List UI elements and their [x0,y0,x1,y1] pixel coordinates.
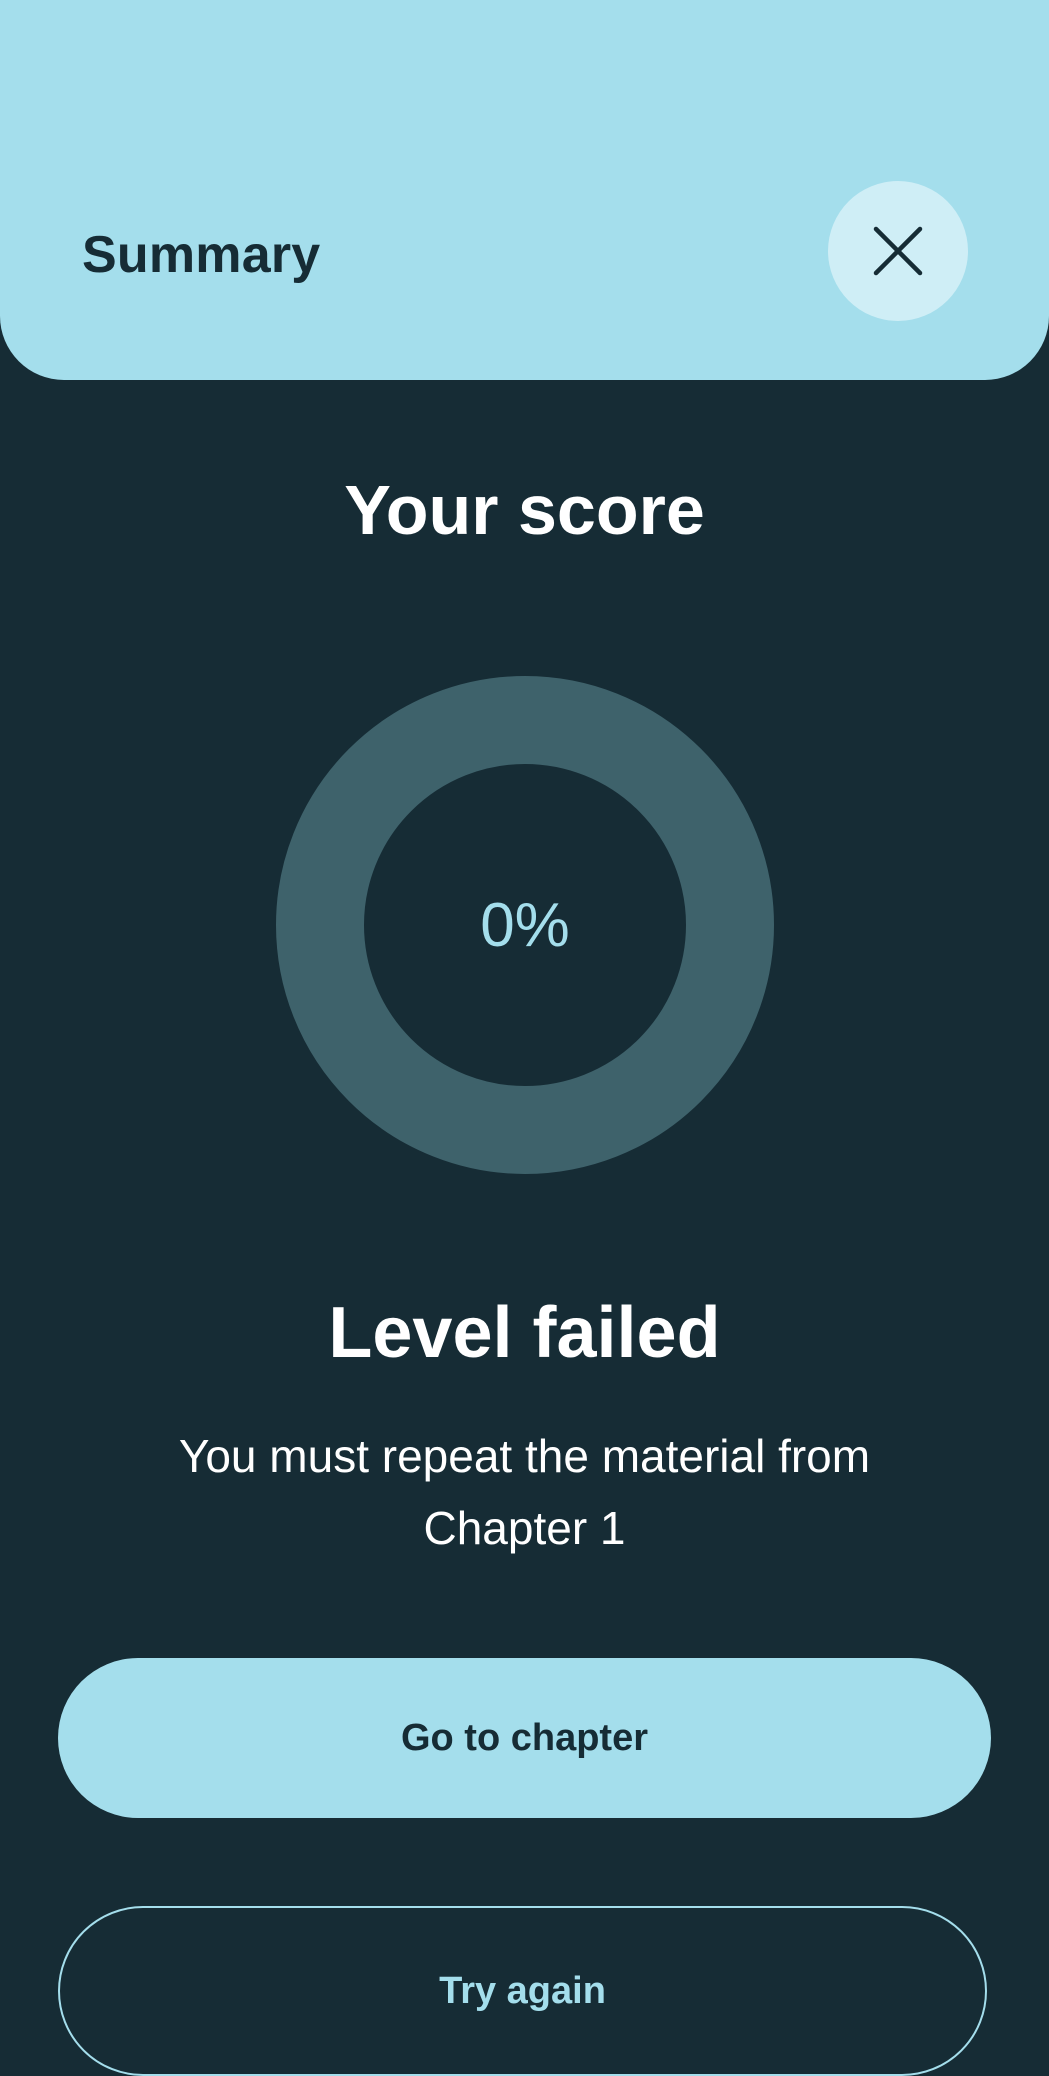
score-value: 0% [480,890,570,960]
close-icon [872,225,924,277]
close-button[interactable] [828,181,968,321]
try-again-button[interactable]: Try again [58,1906,987,2076]
score-progress-ring: 0% [275,675,775,1175]
go-to-chapter-button[interactable]: Go to chapter [58,1658,991,1818]
result-title: Level failed [328,1293,721,1373]
score-heading: Your score [344,471,705,549]
result-message: You must repeat the material from Chapte… [178,1430,871,1554]
summary-header: Summary [0,0,1049,380]
page-title: Summary [82,226,321,284]
